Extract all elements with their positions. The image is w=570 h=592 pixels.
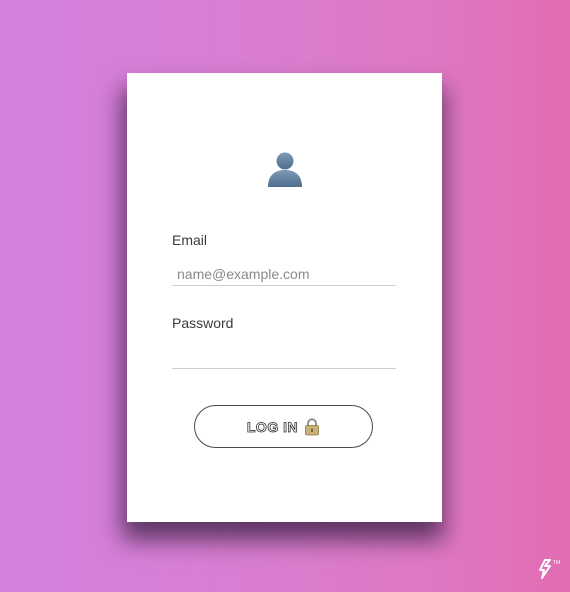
user-avatar-icon: [268, 152, 302, 187]
brand-logo-icon: TM: [539, 559, 560, 579]
login-card: Email Password LOG IN: [127, 73, 442, 522]
password-field[interactable]: [172, 345, 396, 369]
login-button-label: LOG IN: [246, 418, 299, 435]
password-label: Password: [172, 315, 234, 331]
svg-text:TM: TM: [553, 560, 560, 566]
email-field[interactable]: [172, 262, 396, 286]
email-label: Email: [172, 232, 208, 248]
login-button[interactable]: LOG IN: [194, 405, 373, 448]
padlock-icon: [305, 417, 320, 435]
